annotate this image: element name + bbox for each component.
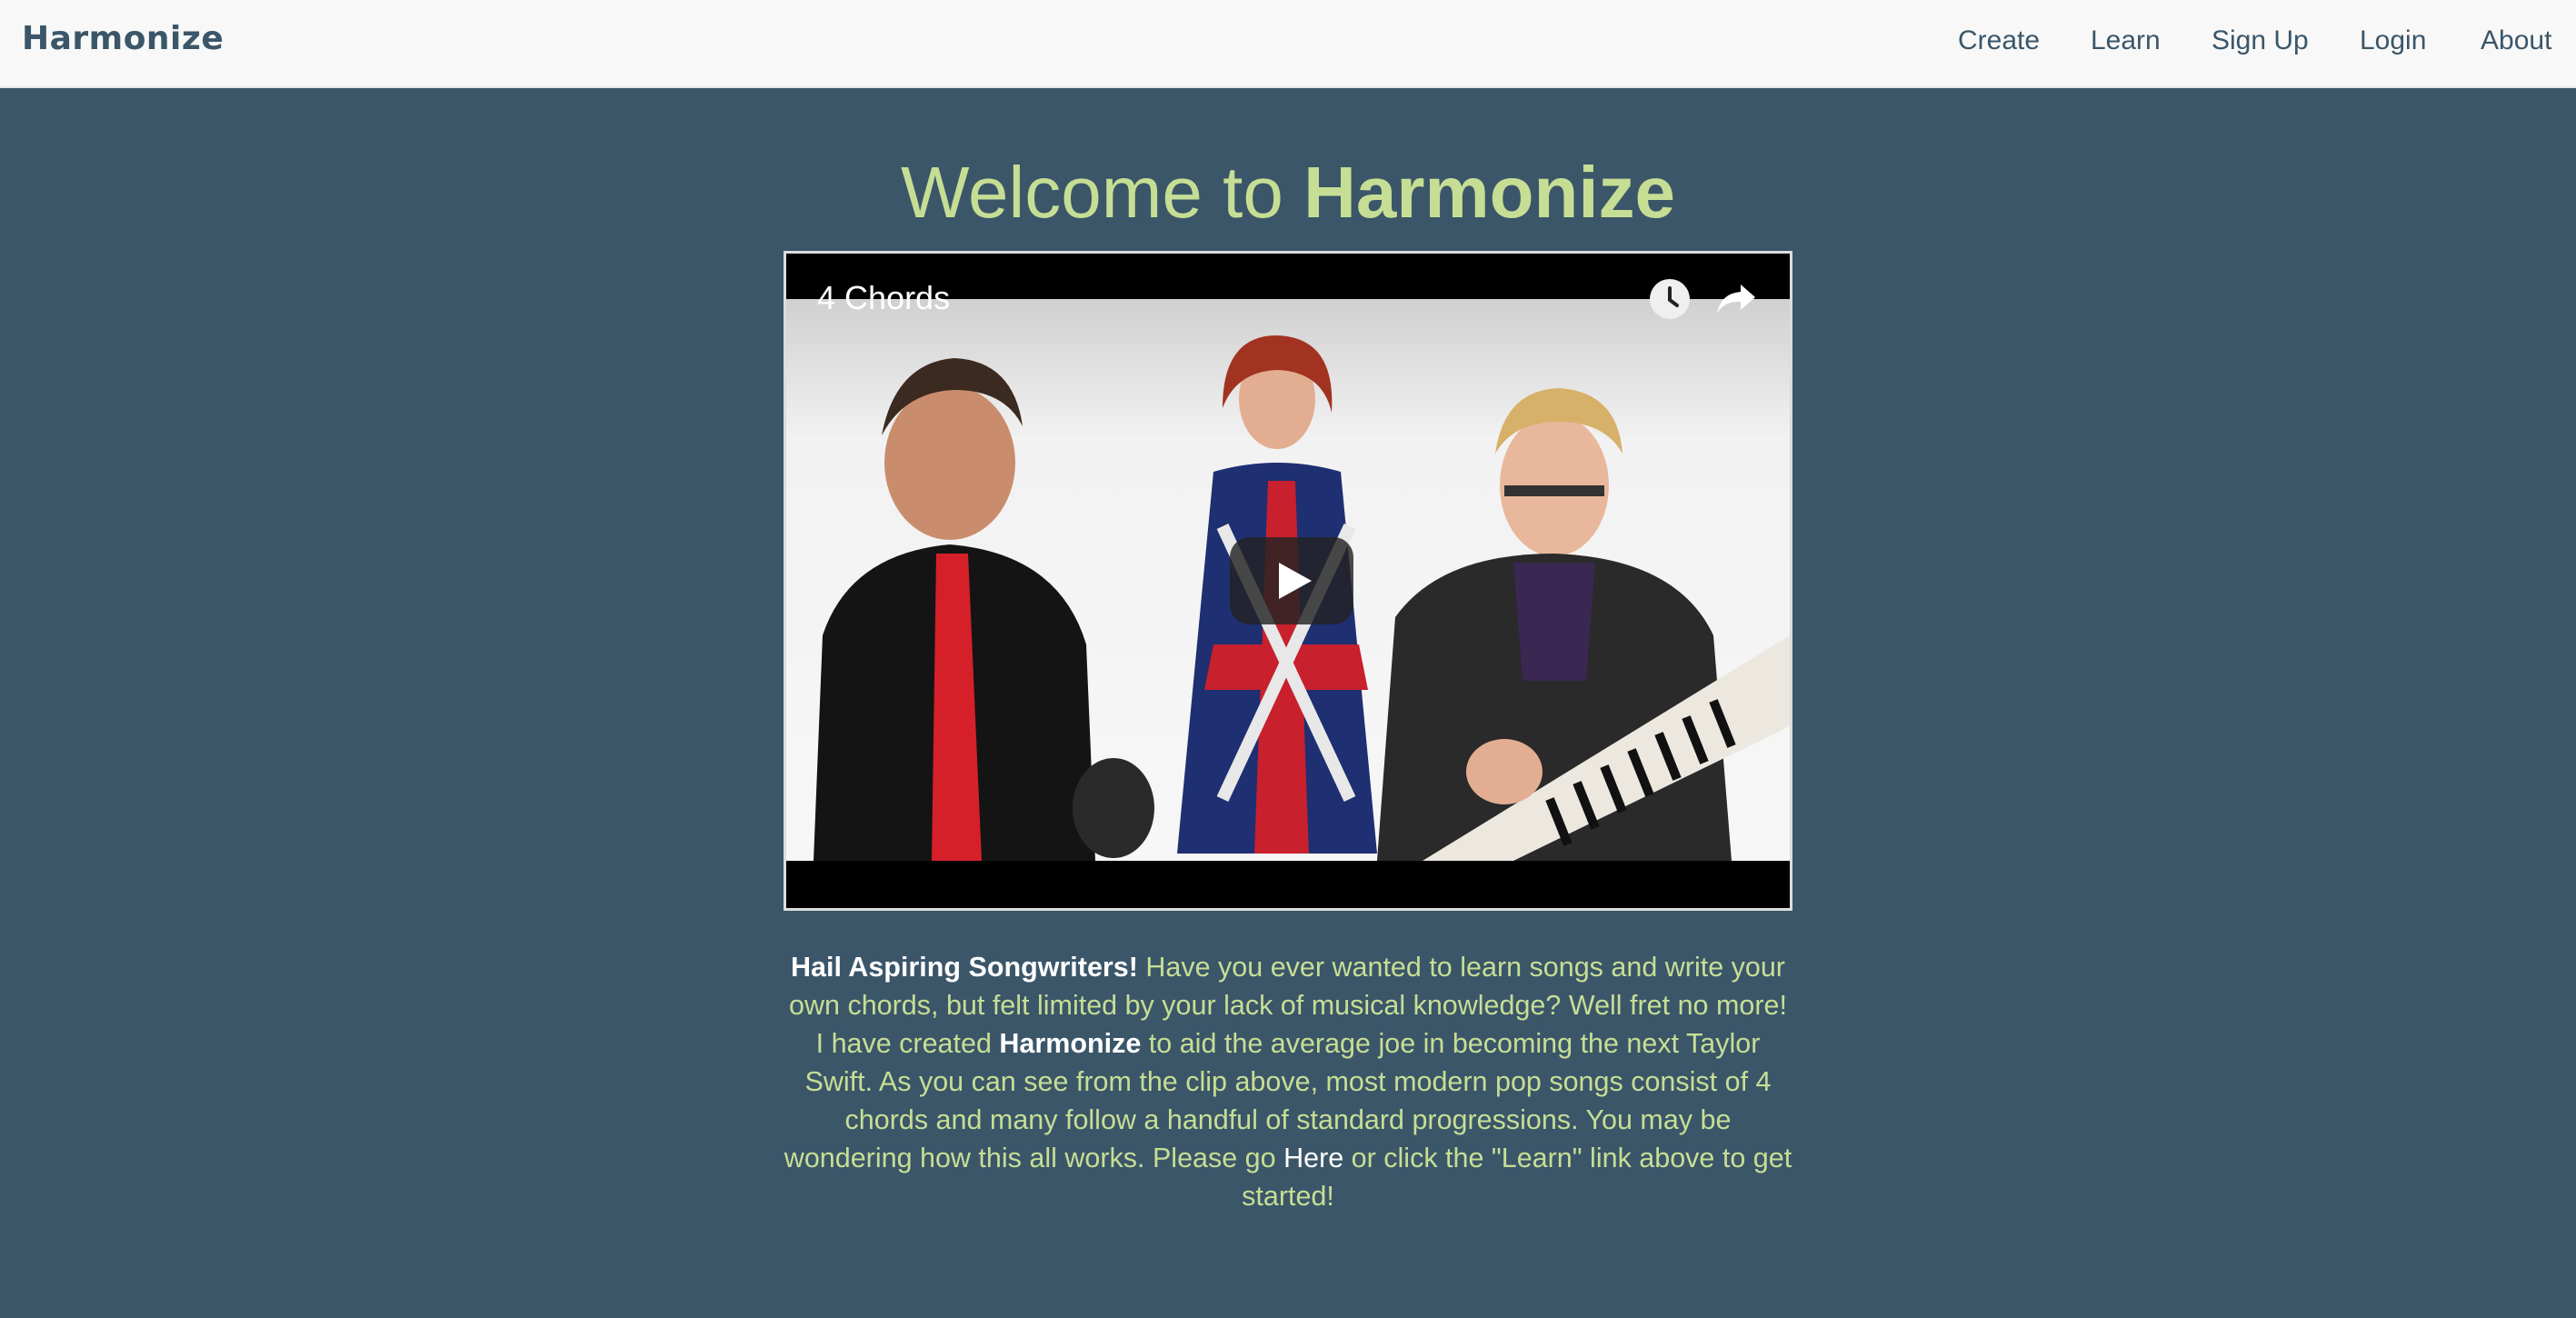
- nav-sign-up[interactable]: Sign Up: [2212, 25, 2309, 56]
- nav-create[interactable]: Create: [1958, 25, 2040, 56]
- play-icon[interactable]: [1230, 537, 1353, 624]
- here-link[interactable]: Here: [1283, 1143, 1343, 1173]
- brand-logo[interactable]: Harmonize: [22, 20, 224, 57]
- video-title[interactable]: 4 Chords: [817, 279, 950, 317]
- title-emphasis: Harmonize: [1303, 152, 1676, 233]
- nav-learn[interactable]: Learn: [2091, 25, 2161, 56]
- intro-lead: Hail Aspiring Songwriters!: [791, 952, 1138, 983]
- nav-about[interactable]: About: [2481, 25, 2551, 56]
- title-prefix: Welcome to: [900, 152, 1304, 233]
- intro-brand: Harmonize: [999, 1028, 1142, 1059]
- nav-login[interactable]: Login: [2360, 25, 2426, 56]
- page-title: Welcome to Harmonize: [0, 155, 2576, 231]
- intro-paragraph: Hail Aspiring Songwriters! Have you ever…: [784, 948, 1792, 1215]
- video-player[interactable]: 4 Chords: [784, 251, 1792, 911]
- share-icon[interactable]: [1713, 281, 1757, 317]
- navbar: Harmonize Create Learn Sign Up Login Abo…: [0, 0, 2576, 88]
- clock-icon[interactable]: [1650, 279, 1690, 319]
